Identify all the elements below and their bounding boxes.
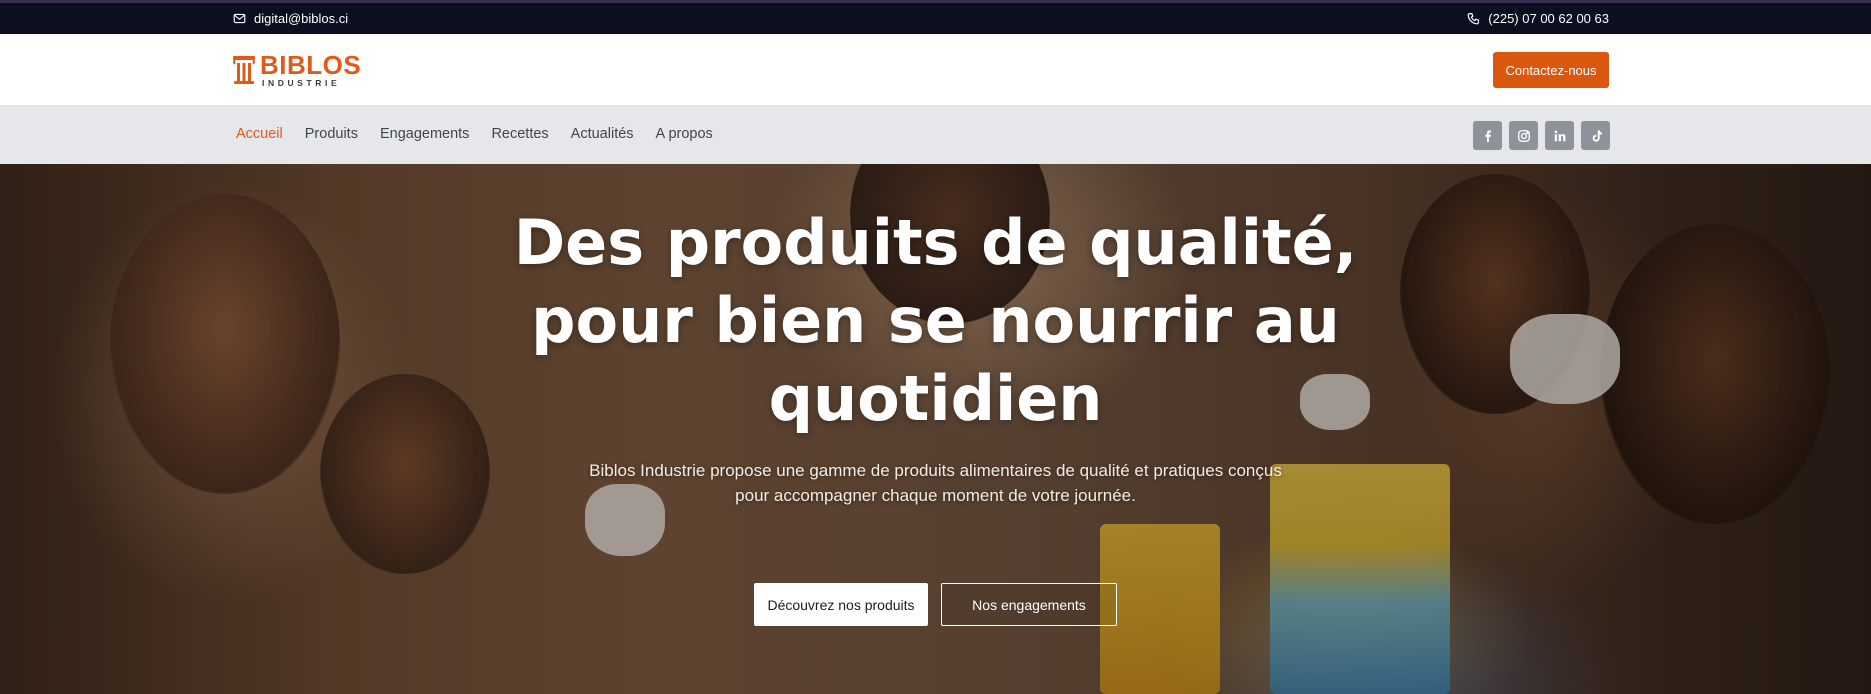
linkedin-icon	[1554, 130, 1565, 141]
social-links	[1473, 121, 1610, 150]
phone-text: (225) 07 00 62 00 63	[1488, 11, 1609, 26]
nav-item-produits[interactable]: Produits	[305, 126, 358, 142]
column-logo-icon	[233, 55, 255, 84]
nav-item-actualites[interactable]: Actualités	[571, 126, 634, 142]
biblos-logo[interactable]: BIBLOS INDUSTRIE	[232, 52, 361, 88]
hero-subtitle: Biblos Industrie propose une gamme de pr…	[589, 461, 1282, 505]
nav-item-recettes[interactable]: Recettes	[491, 126, 548, 142]
facebook-icon	[1484, 129, 1491, 142]
nav-item-a-propos[interactable]: A propos	[656, 126, 713, 142]
our-commitments-button[interactable]: Nos engagements	[941, 583, 1117, 626]
instagram-icon	[1517, 129, 1530, 142]
discover-products-button[interactable]: Découvrez nos produits	[754, 583, 928, 626]
instagram-button[interactable]	[1509, 121, 1538, 150]
hero-content: Des produits de qualité, pour bien se no…	[0, 204, 1871, 508]
contact-button[interactable]: Contactez-nous	[1493, 52, 1609, 88]
site-header: BIBLOS INDUSTRIE Contactez-nous	[0, 34, 1871, 106]
tiktok-icon	[1592, 129, 1602, 142]
email-contact[interactable]: digital@biblos.ci	[233, 11, 348, 26]
logo-wordmark: BIBLOS	[260, 50, 362, 80]
top-bar: digital@biblos.ci (225) 07 00 62 00 63	[0, 0, 1871, 34]
hero-section: Des produits de qualité, pour bien se no…	[0, 164, 1871, 694]
email-text: digital@biblos.ci	[254, 11, 349, 26]
main-navigation: Accueil Produits Engagements Recettes Ac…	[0, 106, 1871, 164]
logo-subtitle: INDUSTRIE	[262, 78, 341, 88]
facebook-button[interactable]	[1473, 121, 1502, 150]
mail-icon	[233, 13, 246, 24]
linkedin-button[interactable]	[1545, 121, 1574, 150]
hero-title: Des produits de qualité, pour bien se no…	[513, 206, 1358, 435]
phone-icon	[1467, 13, 1480, 25]
tiktok-button[interactable]	[1581, 121, 1610, 150]
phone-contact[interactable]: (225) 07 00 62 00 63	[1467, 11, 1609, 26]
hero-actions: Découvrez nos produits Nos engagements	[0, 583, 1871, 626]
nav-menu: Accueil Produits Engagements Recettes Ac…	[236, 126, 713, 142]
nav-item-engagements[interactable]: Engagements	[380, 126, 469, 142]
nav-item-accueil[interactable]: Accueil	[236, 126, 283, 142]
